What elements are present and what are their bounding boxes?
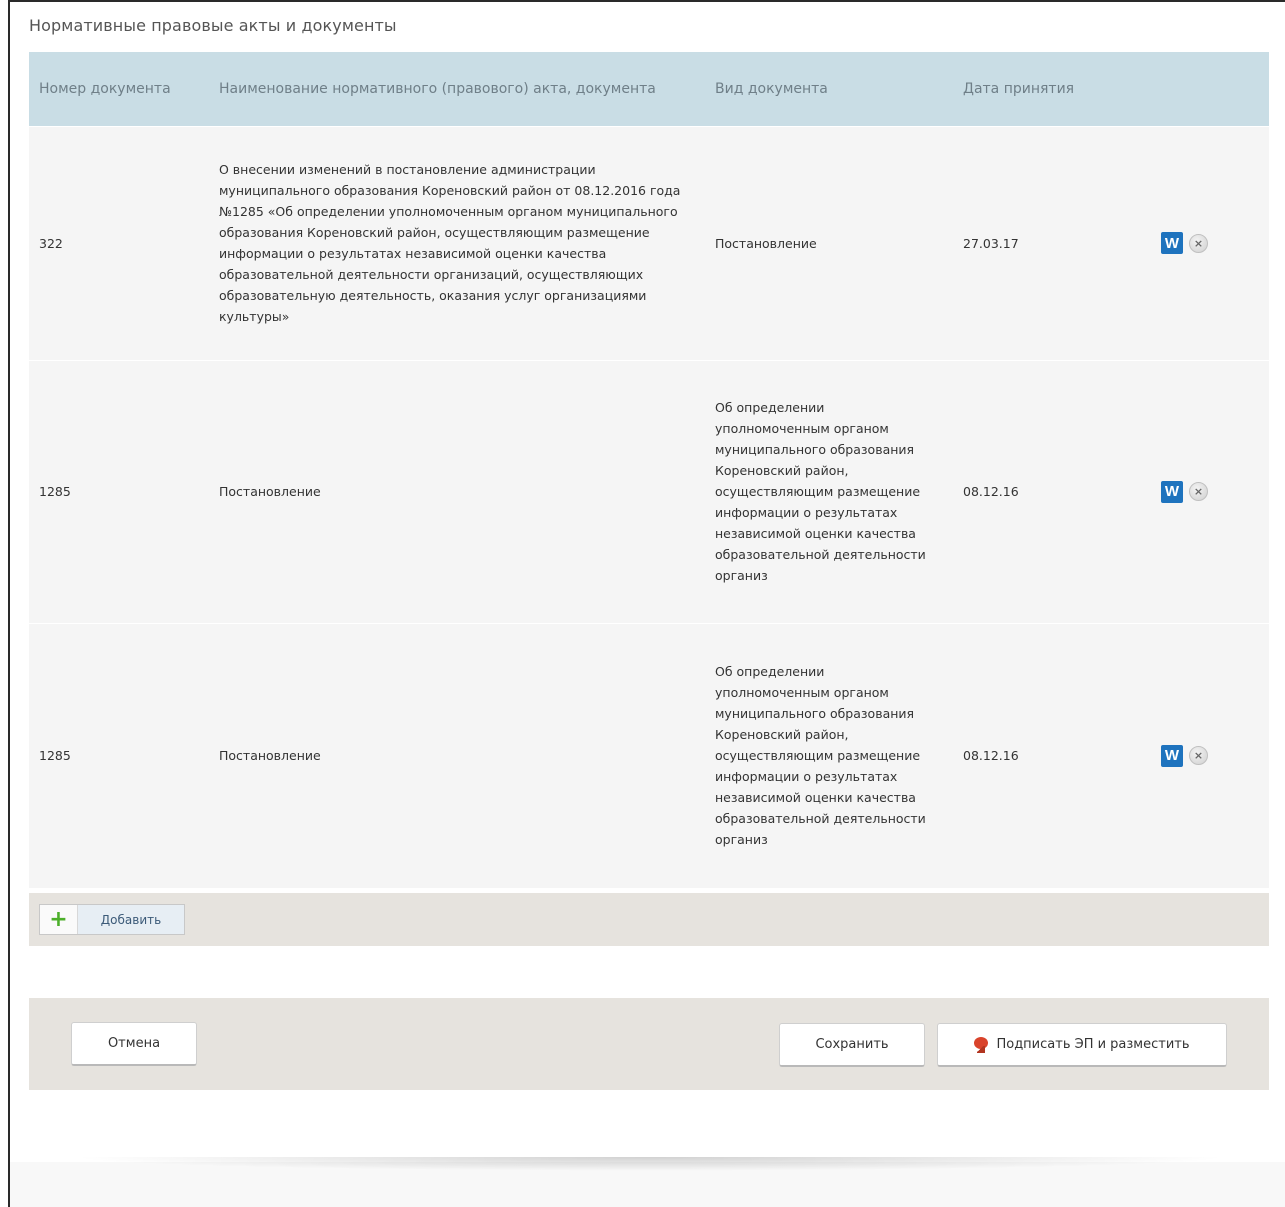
cell-date: 08.12.16: [953, 622, 1133, 888]
cell-number: 1285: [29, 359, 209, 623]
cell-date: 08.12.16: [953, 359, 1133, 623]
documents-table: Номер документа Наименование нормативног…: [29, 52, 1269, 888]
header-actions: [1133, 52, 1269, 126]
form-actions-bar: Отмена Сохранить Подписать ЭП и размести…: [29, 998, 1269, 1090]
word-document-icon[interactable]: W: [1161, 744, 1183, 767]
cell-date: 27.03.17: [953, 125, 1133, 360]
table-row: 1285 Постановление Об определении уполно…: [29, 359, 1269, 623]
table-row: 322 О внесении изменений в постановление…: [29, 125, 1269, 360]
cell-number: 322: [29, 125, 209, 360]
footer-shadow: [70, 1157, 1230, 1171]
word-document-icon[interactable]: W: [1161, 232, 1183, 254]
plus-icon: +: [40, 905, 78, 934]
cell-name: Постановление: [209, 622, 705, 888]
section-title: Нормативные правовые акты и документы: [29, 16, 397, 35]
cell-actions: W ×: [1133, 125, 1269, 360]
header-date: Дата принятия: [953, 52, 1133, 126]
cell-number: 1285: [29, 622, 209, 888]
add-button-label: Добавить: [78, 905, 184, 934]
sign-button-label: Подписать ЭП и разместить: [996, 1037, 1190, 1052]
add-toolbar: + Добавить: [29, 893, 1269, 946]
cell-name: Постановление: [209, 359, 705, 623]
cell-name: О внесении изменений в постановление адм…: [209, 125, 705, 360]
cell-type: Об определении уполномоченным органом му…: [705, 359, 953, 623]
cancel-button-label: Отмена: [107, 1036, 161, 1051]
cell-actions: W ×: [1133, 359, 1269, 623]
seal-icon: [974, 1036, 989, 1053]
delete-icon[interactable]: ×: [1189, 482, 1208, 501]
cell-type: Об определении уполномоченным органом му…: [705, 622, 953, 888]
delete-icon[interactable]: ×: [1189, 746, 1208, 766]
add-document-button[interactable]: + Добавить: [39, 904, 185, 935]
header-type: Вид документа: [705, 52, 953, 126]
save-button-label: Сохранить: [815, 1037, 889, 1052]
sign-and-publish-button[interactable]: Подписать ЭП и разместить: [937, 1023, 1227, 1067]
cancel-button[interactable]: Отмена: [71, 1022, 197, 1066]
cell-actions: W ×: [1133, 622, 1269, 888]
header-number: Номер документа: [29, 52, 209, 126]
word-document-icon[interactable]: W: [1161, 480, 1183, 503]
table-row: 1285 Постановление Об определении уполно…: [29, 622, 1269, 888]
table-header-row: Номер документа Наименование нормативног…: [29, 52, 1269, 126]
save-button[interactable]: Сохранить: [779, 1023, 925, 1067]
page-frame: Нормативные правовые акты и документы Но…: [8, 0, 1285, 1207]
header-name: Наименование нормативного (правового) ак…: [209, 52, 705, 126]
cell-type: Постановление: [705, 125, 953, 360]
delete-icon[interactable]: ×: [1189, 233, 1208, 253]
